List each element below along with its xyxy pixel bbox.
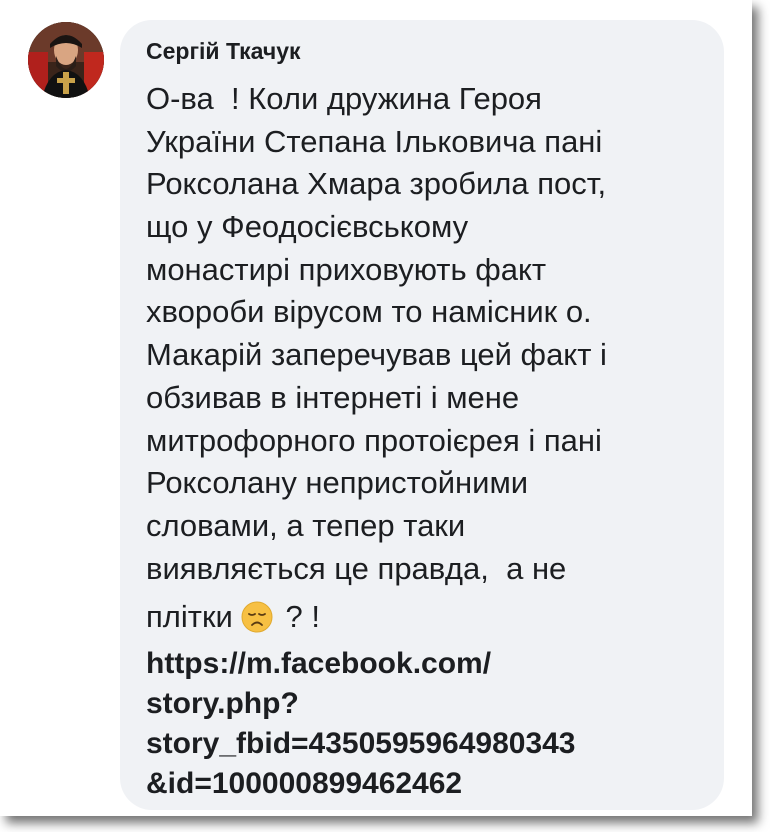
comment-line: митрофорного протоієрея і пані — [146, 422, 602, 458]
comment-line: хвороби вірусом то намісник о. — [146, 294, 592, 330]
comment-line: Макарій заперечував цей факт і — [146, 337, 607, 373]
link-line: https://m.facebook.com/ — [146, 647, 492, 681]
comment-text-fragment: ? ! — [285, 599, 320, 635]
comment-line-with-emoji: плітки ? ! — [146, 590, 716, 644]
comment-body: О-ва ! Коли дружина Героя України Степан… — [146, 78, 716, 804]
link-line: &id=100000899462462 — [146, 767, 463, 801]
comment-text-fragment: плітки — [146, 599, 233, 635]
comment-line: Роксолана Хмара зробила пост, — [146, 166, 607, 202]
screenshot-frame: Сергій Ткачук О-ва ! Коли дружина Героя … — [0, 0, 752, 816]
comment-line: Роксолану непристойними — [146, 465, 529, 501]
link-line: story_fbid=4350595964980343 — [146, 727, 576, 761]
comment-line: виявляється це правда, а не — [146, 550, 567, 586]
comment-line: України Степана Ільковича пані — [146, 123, 603, 159]
avatar-image — [28, 22, 104, 98]
comment-line: що у Феодосієвському — [146, 209, 469, 245]
comment-author-name[interactable]: Сергій Ткачук — [146, 38, 301, 65]
avatar[interactable] — [28, 22, 104, 98]
disappointed-face-icon — [241, 601, 273, 633]
comment-bubble: Сергій Ткачук О-ва ! Коли дружина Героя … — [120, 20, 724, 810]
comment-line: О-ва ! Коли дружина Героя — [146, 81, 542, 116]
shared-story-link[interactable]: https://m.facebook.com/ story.php? story… — [146, 644, 716, 804]
link-line: story.php? — [146, 687, 299, 721]
comment-line: монастирі приховують факт — [146, 251, 547, 287]
comment-line: словами, а тепер таки — [146, 507, 466, 543]
comment-line: обзивав в інтернеті і мене — [146, 379, 520, 415]
